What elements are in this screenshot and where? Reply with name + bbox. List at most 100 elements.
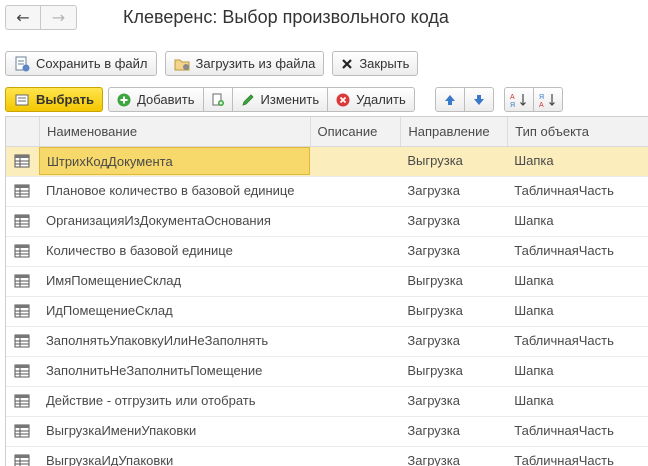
cell-name[interactable]: ИдПомещениеСклад: [39, 297, 310, 325]
svg-text:Я: Я: [510, 102, 515, 108]
header-icon-column: [6, 117, 39, 146]
cell-direction[interactable]: Выгрузка: [400, 297, 507, 325]
header-description[interactable]: Описание: [309, 117, 401, 146]
cell-name[interactable]: ЗаполнитьНеЗаполнитьПомещение: [39, 357, 310, 385]
cell-description[interactable]: [310, 297, 401, 325]
close-icon: [341, 58, 353, 70]
window-title: Клеверенс: Выбор произвольного кода: [123, 7, 449, 27]
row-table-icon: [6, 207, 39, 235]
cell-object-type[interactable]: ТабличнаяЧасть: [507, 327, 648, 355]
close-button[interactable]: Закрыть: [332, 51, 419, 76]
select-icon: [14, 92, 30, 108]
cell-description[interactable]: [310, 417, 401, 445]
svg-text:А: А: [510, 94, 515, 101]
cell-object-type[interactable]: Шапка: [507, 387, 648, 415]
cell-direction[interactable]: Загрузка: [400, 207, 507, 235]
arrow-left-icon: ←: [16, 7, 30, 27]
table-header: Наименование Описание Направление Тип об…: [6, 117, 648, 147]
move-buttons-group: [434, 87, 494, 112]
cell-name[interactable]: Действие - отгрузить или отобрать: [39, 387, 310, 415]
cell-object-type[interactable]: Шапка: [507, 267, 648, 295]
table-row[interactable]: Действие - отгрузить или отобрать Загрузк…: [6, 387, 648, 417]
cell-name[interactable]: Количество в базовой единице: [39, 237, 310, 265]
cell-name[interactable]: ВыгрузкаИдУпаковки: [39, 447, 310, 466]
cell-direction[interactable]: Загрузка: [400, 327, 507, 355]
delete-button[interactable]: Удалить: [327, 87, 415, 112]
cell-description[interactable]: [310, 327, 401, 355]
table-row[interactable]: ОрганизацияИзДокументаОснования Загрузка Ш…: [6, 207, 648, 237]
cell-description[interactable]: [310, 177, 401, 205]
select-button[interactable]: Выбрать: [5, 87, 104, 112]
nav-buttons: ← →: [5, 5, 77, 30]
cell-object-type[interactable]: ТабличнаяЧасть: [507, 237, 648, 265]
cell-object-type[interactable]: ТабличнаяЧасть: [507, 177, 648, 205]
row-table-icon: [6, 327, 39, 355]
close-label: Закрыть: [359, 56, 410, 71]
row-table-icon: [6, 267, 39, 295]
copy-button[interactable]: [202, 87, 233, 112]
cell-description[interactable]: [310, 237, 401, 265]
sort-desc-icon: Я А: [539, 92, 557, 108]
sort-desc-button[interactable]: Я А: [532, 87, 563, 112]
table-row[interactable]: Плановое количество в базовой единице Заг…: [6, 177, 648, 207]
cell-direction[interactable]: Выгрузка: [400, 357, 507, 385]
cell-name[interactable]: ЗаполнятьУпаковкуИлиНеЗаполнять: [39, 327, 310, 355]
cell-description[interactable]: [310, 207, 401, 235]
cell-direction[interactable]: Загрузка: [400, 387, 507, 415]
cell-description[interactable]: [310, 267, 401, 295]
save-file-icon: [14, 56, 30, 72]
cell-object-type[interactable]: Шапка: [507, 357, 648, 385]
codes-table: Наименование Описание Направление Тип об…: [5, 116, 648, 466]
table-row[interactable]: ЗаполнитьНеЗаполнитьПомещение Выгрузка Шап…: [6, 357, 648, 387]
cell-direction[interactable]: Выгрузка: [400, 147, 507, 175]
cell-object-type[interactable]: ТабличнаяЧасть: [507, 417, 648, 445]
cell-object-type[interactable]: Шапка: [507, 207, 648, 235]
table-row[interactable]: ИмяПомещениеСклад Выгрузка Шапка: [6, 267, 648, 297]
cell-direction[interactable]: Загрузка: [400, 417, 507, 445]
cell-name[interactable]: ОрганизацияИзДокументаОснования: [39, 207, 310, 235]
cell-direction[interactable]: Загрузка: [400, 447, 507, 466]
load-from-file-label: Загрузить из файла: [195, 56, 316, 71]
sort-asc-button[interactable]: А Я: [503, 87, 534, 112]
table-row[interactable]: ИдПомещениеСклад Выгрузка Шапка: [6, 297, 648, 327]
row-table-icon: [6, 297, 39, 325]
header-name[interactable]: Наименование: [38, 117, 310, 146]
cell-name[interactable]: ВыгрузкаИмениУпаковки: [39, 417, 310, 445]
back-button[interactable]: ←: [5, 5, 41, 30]
cell-description[interactable]: [310, 387, 401, 415]
svg-text:А: А: [539, 102, 544, 108]
save-to-file-button[interactable]: Сохранить в файл: [5, 51, 157, 76]
cell-description[interactable]: [310, 447, 401, 466]
load-from-file-button[interactable]: Загрузить из файла: [164, 51, 325, 76]
table-row[interactable]: ВыгрузкаИдУпаковки Загрузка ТабличнаяЧасть: [6, 447, 648, 466]
header-direction[interactable]: Направление: [400, 117, 507, 146]
row-table-icon: [6, 417, 39, 445]
cell-description[interactable]: [310, 357, 401, 385]
table-body: ШтрихКодДокумента Выгрузка Шапка Плановое к…: [6, 147, 648, 466]
sort-buttons-group: А Я Я А: [503, 87, 563, 112]
cell-direction[interactable]: Выгрузка: [400, 267, 507, 295]
select-label: Выбрать: [36, 92, 95, 107]
cell-description[interactable]: [310, 147, 401, 175]
move-up-button[interactable]: [434, 87, 465, 112]
cell-direction[interactable]: Загрузка: [400, 177, 507, 205]
add-button[interactable]: Добавить: [108, 87, 204, 112]
cell-name[interactable]: ИмяПомещениеСклад: [39, 267, 310, 295]
cell-object-type[interactable]: ТабличнаяЧасть: [507, 447, 648, 466]
cell-object-type[interactable]: Шапка: [507, 147, 648, 175]
cell-name[interactable]: Плановое количество в базовой единице: [39, 177, 310, 205]
pencil-icon: [241, 93, 255, 107]
move-down-button[interactable]: [463, 87, 494, 112]
cell-name[interactable]: ШтрихКодДокумента: [38, 147, 310, 175]
table-row[interactable]: Количество в базовой единице Загрузка Табл…: [6, 237, 648, 267]
cell-direction[interactable]: Загрузка: [400, 237, 507, 265]
edit-button[interactable]: Изменить: [231, 87, 329, 112]
row-table-icon: [6, 237, 39, 265]
header-object-type[interactable]: Тип объекта: [507, 117, 648, 146]
delete-circle-icon: [336, 93, 350, 107]
table-row[interactable]: ЗаполнятьУпаковкуИлиНеЗаполнять Загрузка Т…: [6, 327, 648, 357]
cell-object-type[interactable]: Шапка: [507, 297, 648, 325]
forward-button[interactable]: →: [41, 5, 77, 30]
table-row[interactable]: ВыгрузкаИмениУпаковки Загрузка ТабличнаяЧа…: [6, 417, 648, 447]
table-row[interactable]: ШтрихКодДокумента Выгрузка Шапка: [6, 147, 648, 177]
